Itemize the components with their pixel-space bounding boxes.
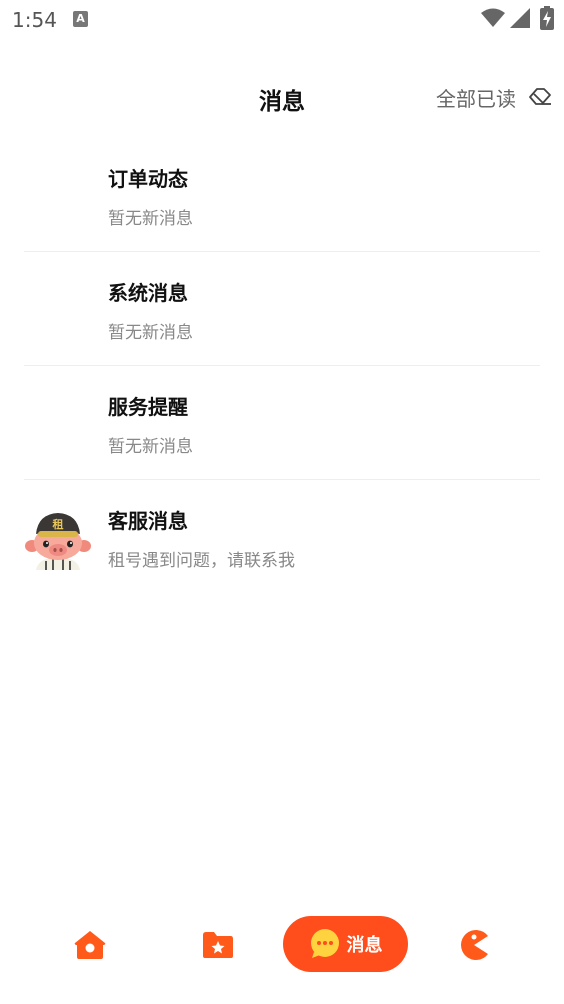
wifi-icon [481,8,505,27]
message-title: 服务提醒 [108,395,188,419]
message-item-customer-service[interactable]: 租 客服消息 租号遇到问题，请联系我 [24,480,540,593]
battery-icon [540,6,554,30]
nav-game[interactable] [450,910,498,980]
mark-all-read-button[interactable]: 全部已读 [436,82,552,112]
nav-messages-label: 消息 [346,935,383,956]
message-title: 系统消息 [108,281,188,305]
pacman-icon [461,930,488,960]
nav-favorites[interactable] [194,910,242,980]
message-title: 客服消息 [108,509,188,533]
message-subtitle: 暂无新消息 [108,323,193,343]
nav-home[interactable] [66,910,114,980]
mark-all-read-label: 全部已读 [436,86,516,111]
chat-icon [310,929,339,958]
bottom-nav: 消息 [0,910,564,980]
status-bar: 1:54 [0,0,564,40]
message-subtitle: 租号遇到问题，请联系我 [108,551,295,571]
header: 消息 全部已读 [0,70,564,126]
accessibility-a-icon [73,11,88,27]
messages-page: 1:54 消息 全部已读 订单动态 暂无新消息 [0,0,564,1004]
status-time: 1:54 [12,8,57,32]
message-subtitle: 暂无新消息 [108,209,193,229]
nav-messages[interactable]: 消息 [283,916,408,972]
message-list: 订单动态 暂无新消息 系统消息 暂无新消息 服务提醒 暂无新消息 租 客服消息 … [24,138,540,593]
message-item-system[interactable]: 系统消息 暂无新消息 [24,252,540,366]
eraser-icon [529,88,551,105]
message-title: 订单动态 [108,167,188,191]
message-item-service[interactable]: 服务提醒 暂无新消息 [24,366,540,480]
pig-mascot-avatar: 租 [24,510,92,570]
folder-star-icon [203,932,233,958]
avatar-badge-text: 租 [53,518,64,531]
signal-icon [510,8,530,28]
message-subtitle: 暂无新消息 [108,437,193,457]
message-item-order[interactable]: 订单动态 暂无新消息 [24,138,540,252]
home-icon [74,931,106,959]
